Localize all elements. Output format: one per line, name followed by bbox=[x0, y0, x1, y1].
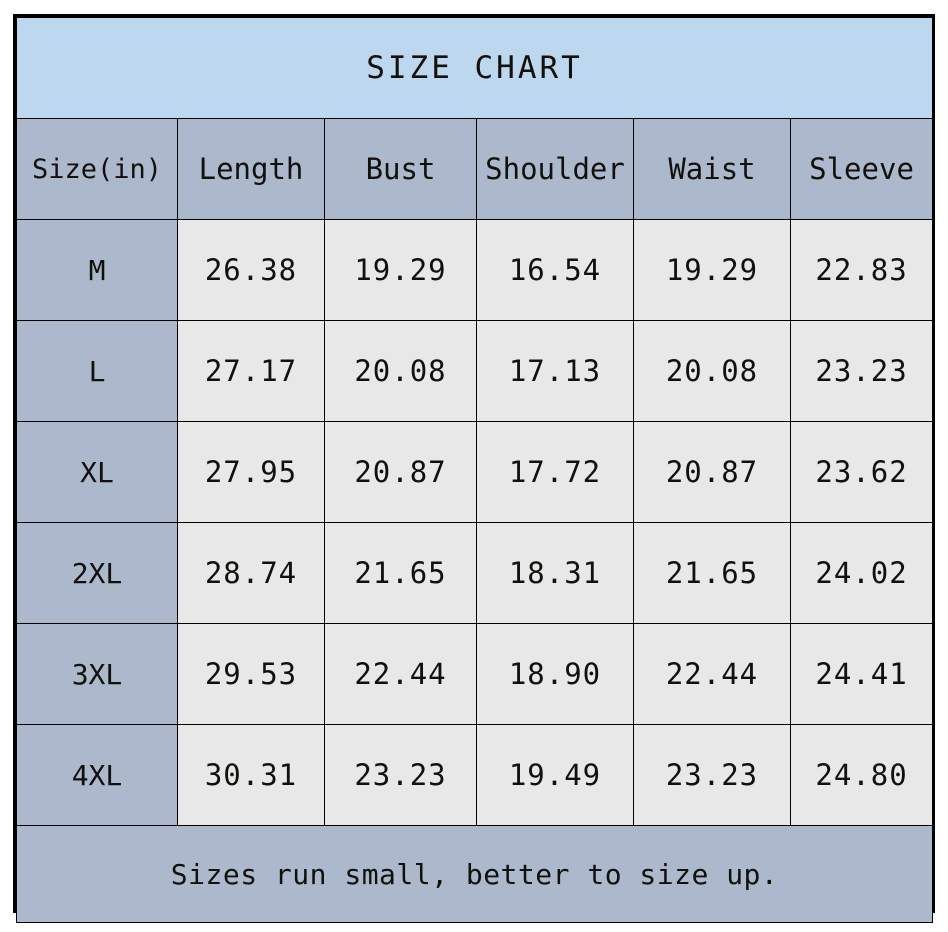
value-shoulder: 17.13 bbox=[476, 320, 634, 422]
value-text: 16.54 bbox=[508, 253, 602, 287]
value-length: 27.95 bbox=[177, 421, 325, 523]
value-text: 20.87 bbox=[354, 455, 447, 489]
value-bust: 19.29 bbox=[324, 219, 477, 321]
value-text: 17.72 bbox=[508, 455, 602, 489]
value-text: 24.41 bbox=[815, 657, 908, 691]
size-label: 4XL bbox=[16, 724, 178, 826]
size-label: 3XL bbox=[16, 623, 178, 725]
value-text: 18.31 bbox=[508, 556, 602, 590]
column-header-waist: Waist bbox=[633, 118, 791, 220]
value-text: 18.90 bbox=[508, 657, 602, 691]
value-text: 24.80 bbox=[815, 758, 908, 792]
value-shoulder: 16.54 bbox=[476, 219, 634, 321]
value-waist: 20.08 bbox=[633, 320, 791, 422]
value-text: 28.74 bbox=[204, 556, 298, 590]
value-length: 29.53 bbox=[177, 623, 325, 725]
value-text: 23.23 bbox=[665, 758, 759, 792]
value-sleeve: 24.80 bbox=[789, 724, 934, 826]
value-text: 20.87 bbox=[665, 455, 759, 489]
value-bust: 22.44 bbox=[324, 623, 477, 725]
value-text: 23.23 bbox=[815, 354, 908, 388]
footer-note-row: Sizes run small, better to size up. bbox=[15, 825, 934, 923]
value-waist: 21.65 bbox=[633, 522, 791, 624]
value-sleeve: 23.62 bbox=[789, 421, 934, 523]
column-header-sleeve: Sleeve bbox=[789, 118, 934, 220]
value-sleeve: 23.23 bbox=[789, 320, 934, 422]
column-header-bust: Bust bbox=[324, 118, 477, 220]
value-waist: 19.29 bbox=[633, 219, 791, 321]
size-chart-grid: SIZE CHART Size(in) Length Bust Shoulder… bbox=[15, 17, 934, 923]
value-length: 26.38 bbox=[177, 219, 325, 321]
value-text: 20.08 bbox=[354, 354, 447, 388]
title-row: SIZE CHART bbox=[15, 17, 934, 119]
value-text: 21.65 bbox=[665, 556, 759, 590]
column-header-size: Size(in) bbox=[16, 118, 178, 220]
value-text: 22.83 bbox=[815, 253, 908, 287]
size-chart-table: SIZE CHART Size(in) Length Bust Shoulder… bbox=[13, 14, 935, 923]
value-waist: 23.23 bbox=[633, 724, 791, 826]
value-bust: 20.87 bbox=[324, 421, 477, 523]
value-length: 28.74 bbox=[177, 522, 325, 624]
chart-title: SIZE CHART bbox=[15, 17, 934, 119]
value-shoulder: 18.31 bbox=[476, 522, 634, 624]
column-header-row: Size(in) Length Bust Shoulder Waist Slee… bbox=[16, 118, 934, 220]
column-header-length: Length bbox=[177, 118, 325, 220]
value-bust: 23.23 bbox=[324, 724, 477, 826]
value-text: 19.49 bbox=[508, 758, 602, 792]
value-shoulder: 19.49 bbox=[476, 724, 634, 826]
value-text: 26.38 bbox=[204, 253, 298, 287]
value-bust: 21.65 bbox=[324, 522, 477, 624]
value-text: 27.95 bbox=[204, 455, 298, 489]
value-waist: 20.87 bbox=[633, 421, 791, 523]
value-text: 17.13 bbox=[508, 354, 602, 388]
value-sleeve: 22.83 bbox=[789, 219, 934, 321]
value-text: 19.29 bbox=[665, 253, 759, 287]
value-sleeve: 24.41 bbox=[789, 623, 934, 725]
value-shoulder: 18.90 bbox=[476, 623, 634, 725]
value-text: 29.53 bbox=[204, 657, 298, 691]
value-text: 23.62 bbox=[815, 455, 908, 489]
table-row: 4XL 30.31 23.23 19.49 23.23 24.80 bbox=[16, 724, 934, 826]
value-sleeve: 24.02 bbox=[789, 522, 934, 624]
value-length: 27.17 bbox=[177, 320, 325, 422]
size-advice-note: Sizes run small, better to size up. bbox=[15, 825, 934, 923]
table-row: 3XL 29.53 22.44 18.90 22.44 24.41 bbox=[16, 623, 934, 725]
value-length: 30.31 bbox=[177, 724, 325, 826]
column-header-shoulder: Shoulder bbox=[476, 118, 634, 220]
value-shoulder: 17.72 bbox=[476, 421, 634, 523]
table-row: 2XL 28.74 21.65 18.31 21.65 24.02 bbox=[16, 522, 934, 624]
value-text: 23.23 bbox=[354, 758, 447, 792]
size-label: 2XL bbox=[16, 522, 178, 624]
value-text: 20.08 bbox=[665, 354, 759, 388]
table-row: M 26.38 19.29 16.54 19.29 22.83 bbox=[16, 219, 934, 321]
size-label: XL bbox=[16, 421, 178, 523]
value-text: 19.29 bbox=[354, 253, 447, 287]
value-waist: 22.44 bbox=[633, 623, 791, 725]
value-text: 30.31 bbox=[204, 758, 298, 792]
size-label: M bbox=[16, 219, 178, 321]
table-row: XL 27.95 20.87 17.72 20.87 23.62 bbox=[16, 421, 934, 523]
value-bust: 20.08 bbox=[324, 320, 477, 422]
value-text: 22.44 bbox=[665, 657, 759, 691]
value-text: 24.02 bbox=[815, 556, 908, 590]
value-text: 27.17 bbox=[204, 354, 298, 388]
size-label: L bbox=[16, 320, 178, 422]
table-row: L 27.17 20.08 17.13 20.08 23.23 bbox=[16, 320, 934, 422]
value-text: 21.65 bbox=[354, 556, 447, 590]
value-text: 22.44 bbox=[354, 657, 447, 691]
